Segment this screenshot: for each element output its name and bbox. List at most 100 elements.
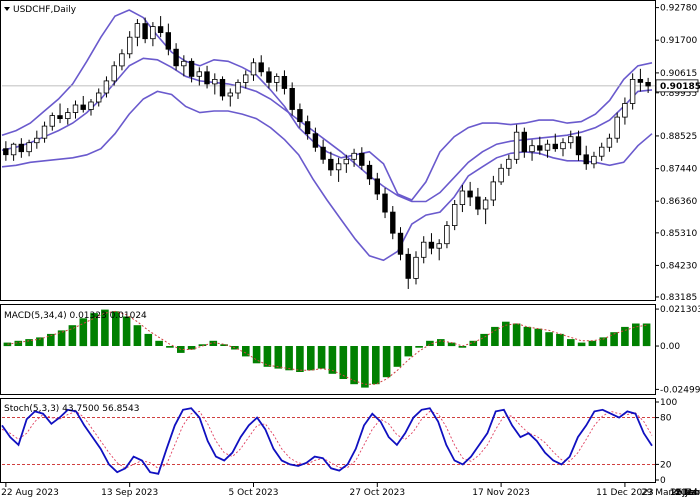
price-tick-label: 0.87440 [660, 165, 697, 175]
candle-body [165, 32, 171, 50]
stoch-tick-label: 20 [660, 460, 672, 470]
candle-body [428, 241, 435, 249]
stoch-label: Stoch(5,3,3) 43.7500 56.8543 [4, 404, 139, 414]
macd-bar [317, 346, 326, 369]
candle-body [49, 115, 55, 127]
candle-body [72, 104, 79, 113]
candle-body [111, 65, 117, 82]
chart-canvas: 0.927800.917000.906150.899550.885250.874… [0, 0, 700, 498]
macd-bar [632, 323, 640, 347]
macd-bar [545, 332, 553, 347]
macd-bar [307, 346, 315, 371]
macd-bar [556, 333, 564, 346]
current-price-label: 0.90185 [660, 82, 700, 92]
candle-body [366, 164, 373, 180]
macd-bar [393, 346, 402, 367]
macd-bar [166, 346, 174, 348]
macd-bar [382, 346, 391, 378]
candle-body [405, 253, 411, 279]
macd-bar [274, 346, 283, 369]
candle-body [359, 152, 365, 166]
candle-body [80, 104, 86, 110]
candle-body [96, 92, 102, 103]
candle-body [173, 48, 179, 67]
candle-body [281, 76, 288, 89]
macd-bar [415, 346, 423, 348]
candle-body [482, 199, 489, 210]
candle-body [204, 71, 210, 85]
stoch-tick-label: 80 [660, 414, 672, 424]
macd-bar [480, 333, 488, 346]
candle-body [351, 152, 357, 160]
stoch-tick-label: 0 [660, 476, 666, 486]
macd-bar [361, 346, 369, 388]
candle-body [181, 60, 187, 67]
date-tick-label: 5 Oct 2023 [229, 488, 279, 498]
macd-bar [144, 333, 153, 346]
macd-bar [642, 323, 651, 347]
candle-body [297, 109, 303, 123]
date-tick-label: 27 Oct 2023 [349, 488, 405, 498]
candle-body [65, 112, 71, 119]
candle-body [328, 158, 334, 171]
macd-bar [3, 342, 12, 347]
price-tick-label: 0.88525 [660, 132, 697, 142]
macd-tick-label: 0.021303 [660, 305, 700, 315]
stoch-tick-label: 100 [660, 398, 677, 408]
candle-body [436, 243, 442, 249]
macd-bar [491, 326, 499, 346]
candle-body [266, 71, 272, 83]
candle-body [142, 23, 148, 40]
candle-body [250, 62, 257, 76]
macd-bar [534, 328, 543, 346]
macd-bar [133, 325, 142, 346]
price-tick-label: 0.91700 [660, 36, 697, 46]
candle-body [312, 133, 319, 148]
candle-body [343, 158, 349, 165]
candle-body [521, 131, 527, 153]
candle-body [258, 62, 264, 73]
date-tick-label: 22 Aug 2023 [1, 488, 59, 498]
candle-body [544, 143, 551, 151]
candle-body [529, 145, 535, 153]
price-tick-label: 0.90615 [660, 69, 697, 79]
candle-body [583, 154, 589, 165]
candle-body [150, 26, 156, 40]
candle-body [157, 26, 164, 34]
candle-body [513, 131, 520, 160]
candle-body [304, 121, 311, 135]
candle-body [490, 181, 496, 201]
price-tick-label: 0.85310 [660, 229, 697, 239]
candle-body [57, 115, 63, 119]
candle-body [575, 136, 582, 156]
macd-bar [296, 346, 304, 372]
candle-body [498, 167, 504, 183]
candle-body [390, 211, 396, 234]
candle-body [219, 79, 226, 97]
macd-bar [588, 340, 597, 346]
candle-body [235, 82, 241, 94]
candle-body [629, 79, 636, 104]
candle-body [103, 80, 110, 94]
macd-tick-label: 0.00 [660, 342, 680, 352]
candle-body [242, 74, 249, 83]
candle-body [320, 146, 326, 160]
macd-bar [350, 346, 358, 385]
candle-body [606, 137, 613, 148]
candle-body [599, 146, 605, 157]
candle-body [41, 125, 48, 139]
macd-tick-label: -0.024996 [660, 385, 700, 395]
candle-body [3, 148, 9, 156]
candle-body [18, 143, 24, 153]
symbol-label: USDCHF,Daily [13, 5, 77, 15]
candle-body [374, 178, 380, 195]
candle-body [475, 196, 481, 210]
macd-bar [155, 340, 163, 346]
candle-body [335, 163, 342, 171]
candle-body [637, 79, 644, 83]
candle-body [614, 116, 620, 139]
candle-body [212, 79, 218, 85]
date-tick-label: 13 Sep 2023 [101, 488, 158, 498]
price-tick-label: 0.83185 [660, 293, 697, 303]
candle-body [273, 76, 280, 83]
